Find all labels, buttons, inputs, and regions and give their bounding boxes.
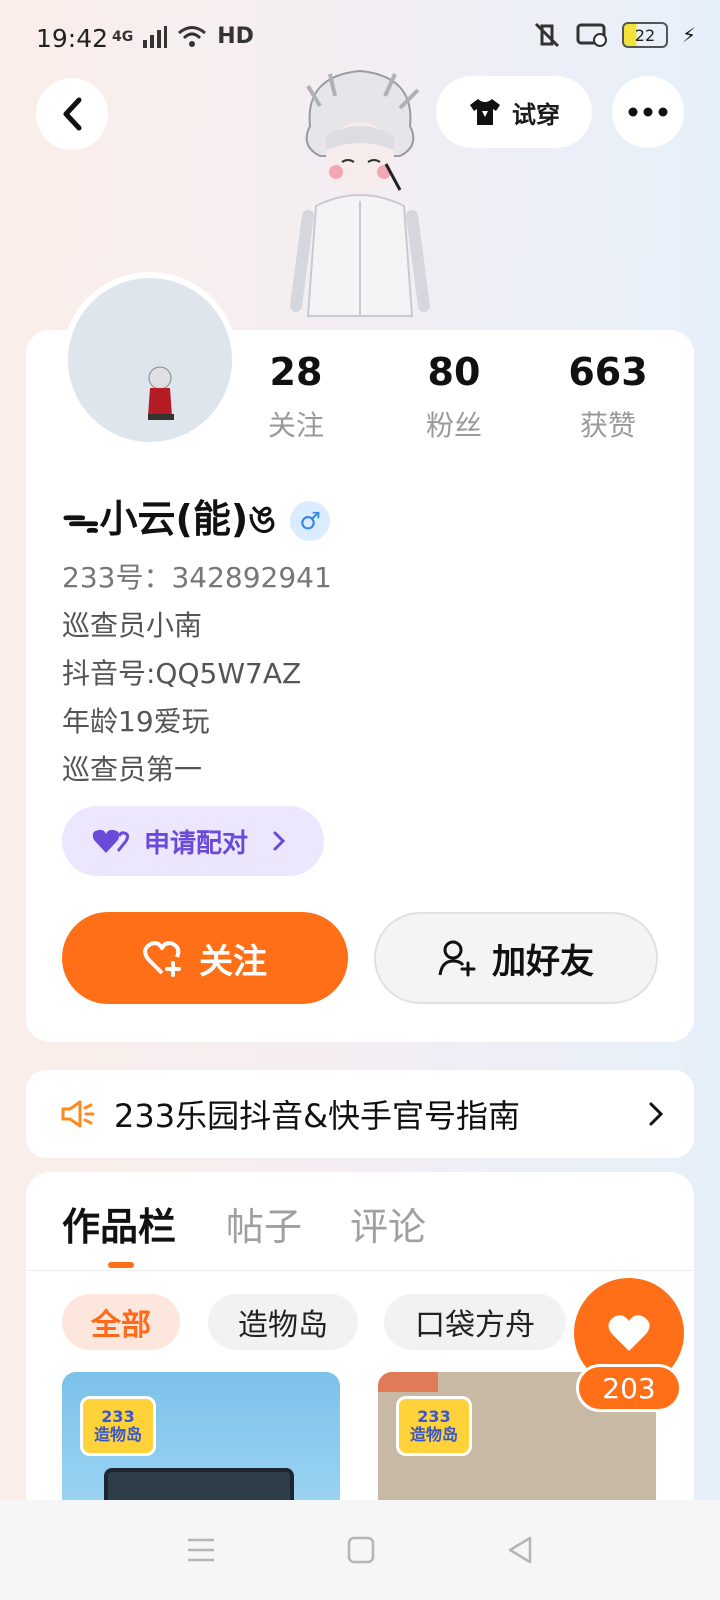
bio-line-2: 抖音号:QQ5W7AZ xyxy=(62,657,302,690)
filter-sandbox-island[interactable]: 造物岛 xyxy=(208,1294,358,1350)
try-on-label: 试穿 xyxy=(512,100,560,129)
logo-text: 造物岛 xyxy=(93,1425,142,1444)
tab-comments[interactable]: 评论 xyxy=(350,1196,426,1251)
stat-following[interactable]: 28 关注 xyxy=(236,350,356,444)
gender-male-icon: ♂ xyxy=(290,501,331,541)
home-icon[interactable] xyxy=(347,1536,375,1564)
apply-pair-label: 申请配对 xyxy=(144,828,249,859)
user-plus-icon xyxy=(438,940,476,977)
logo-text: 造物岛 xyxy=(409,1425,458,1444)
more-button[interactable] xyxy=(612,76,684,148)
tabs-divider xyxy=(26,1270,694,1271)
stat-fans[interactable]: 80 粉丝 xyxy=(394,350,514,444)
tab-indicator xyxy=(108,1262,134,1268)
hd-label: HD xyxy=(217,24,254,49)
tab-works[interactable]: 作品栏 xyxy=(62,1196,176,1251)
nickname-row: ᯓ小云(能)ঙ ♂ xyxy=(62,488,331,554)
system-nav-bar xyxy=(0,1500,720,1600)
stat-fans-value: 80 xyxy=(427,350,481,394)
more-icon xyxy=(628,107,668,117)
battery-indicator: 22 xyxy=(621,22,668,48)
notice-bar[interactable]: 233乐园抖音&快手官号指南 xyxy=(26,1070,694,1158)
sandbox-island-logo: 233 造物岛 xyxy=(80,1396,156,1456)
vibrate-off-icon xyxy=(534,22,560,48)
filter-all[interactable]: 全部 xyxy=(62,1294,180,1350)
nickname: ᯓ小云(能)ঙ xyxy=(62,497,277,541)
stat-following-label: 关注 xyxy=(267,409,324,442)
heart-plus-icon xyxy=(143,941,181,977)
signal-icon xyxy=(143,25,168,48)
stat-likes[interactable]: 663 获赞 xyxy=(548,350,668,444)
menu-icon[interactable] xyxy=(186,1537,216,1563)
double-heart-icon xyxy=(92,829,130,853)
logo-number: 233 xyxy=(417,1407,451,1427)
back-button[interactable] xyxy=(36,78,108,150)
status-time: 19:42 xyxy=(36,24,109,53)
profile-avatar[interactable] xyxy=(62,272,238,448)
back-icon xyxy=(63,97,82,131)
filter-pocket-ark[interactable]: 口袋方舟 xyxy=(384,1294,566,1350)
like-count-badge: 203 xyxy=(576,1364,682,1412)
sandbox-island-logo: 233 造物岛 xyxy=(396,1396,472,1456)
avatar-mini-figure xyxy=(148,366,174,420)
add-friend-button[interactable]: 加好友 xyxy=(374,912,658,1004)
charging-icon: ⚡ xyxy=(681,23,696,47)
user-id[interactable]: 233号：342892941 xyxy=(62,556,332,596)
status-right-icons: 22 ⚡ xyxy=(532,22,696,48)
work-scene-2 xyxy=(378,1372,438,1392)
avatar-figure[interactable] xyxy=(290,66,430,332)
avatar-figure-image xyxy=(290,69,430,317)
stat-following-value: 28 xyxy=(269,350,323,394)
stat-likes-value: 663 xyxy=(568,350,648,394)
status-left-icons: 4G HD xyxy=(112,24,254,49)
apply-pair-button[interactable]: 申请配对 xyxy=(62,806,324,876)
notice-text: 233乐园抖音&快手官号指南 xyxy=(114,1097,521,1135)
logo-number: 233 xyxy=(101,1407,135,1427)
back-nav-icon[interactable] xyxy=(506,1535,534,1565)
heart-icon xyxy=(608,1315,650,1351)
tab-posts[interactable]: 帖子 xyxy=(226,1196,302,1251)
add-friend-label: 加好友 xyxy=(492,941,594,982)
tshirt-icon xyxy=(470,99,500,125)
bio-line-1: 巡查员小南 xyxy=(62,609,203,642)
chevron-right-icon xyxy=(273,831,286,851)
wifi-icon xyxy=(178,25,207,47)
cast-icon xyxy=(576,23,607,47)
stat-fans-label: 粉丝 xyxy=(425,409,482,442)
signal-label: 4G xyxy=(112,28,134,45)
follow-label: 关注 xyxy=(199,941,267,982)
chevron-right-icon xyxy=(649,1102,664,1126)
stat-likes-label: 获赞 xyxy=(579,409,636,442)
follow-button[interactable]: 关注 xyxy=(62,912,348,1004)
speaker-icon xyxy=(61,1100,95,1128)
try-on-button[interactable]: 试穿 xyxy=(436,76,592,148)
bio-line-4: 巡查员第一 xyxy=(62,753,203,786)
work-thumbnail-1[interactable]: 233 造物岛 xyxy=(62,1372,340,1512)
bio-line-3: 年龄19爱玩 xyxy=(62,705,210,738)
